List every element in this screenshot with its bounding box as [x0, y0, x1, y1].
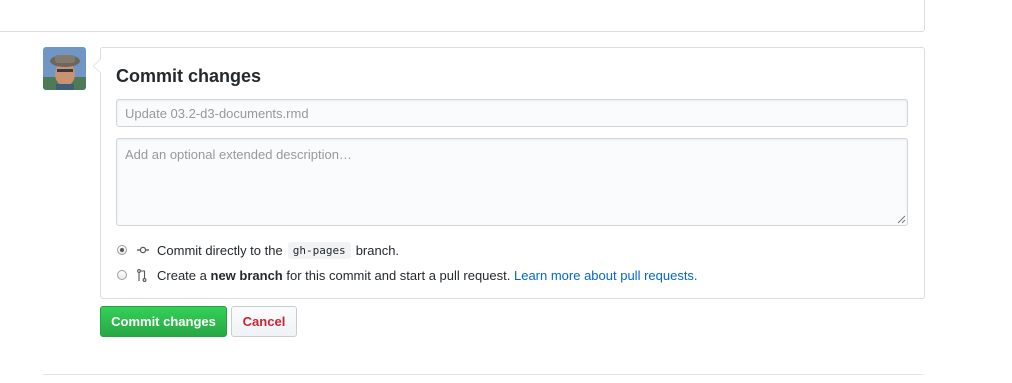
new-branch-bold: new branch [210, 267, 283, 283]
git-commit-icon [137, 243, 149, 257]
panel-pointer [93, 58, 101, 74]
previous-section-box [0, 0, 925, 32]
learn-more-link[interactable]: Learn more about pull requests. [514, 268, 698, 283]
cancel-button[interactable]: Cancel [231, 306, 297, 337]
resize-handle-icon[interactable] [896, 214, 906, 224]
user-avatar[interactable] [43, 47, 86, 90]
commit-direct-option[interactable]: Commit directly to the gh-pages branch. [117, 241, 399, 259]
commit-direct-radio[interactable] [117, 245, 127, 255]
avatar-photo [43, 47, 86, 90]
commit-changes-button[interactable]: Commit changes [100, 306, 227, 337]
commit-direct-prefix: Commit directly to the [157, 242, 283, 258]
git-pull-request-icon [137, 268, 149, 282]
commit-title: Commit changes [116, 66, 262, 86]
commit-panel: Commit changes Commit directly to the gh… [93, 47, 925, 299]
new-branch-prefix: Create a [157, 267, 207, 283]
divider [43, 374, 923, 375]
commit-description-input[interactable] [116, 138, 908, 226]
new-branch-middle: for this commit and start a pull request… [286, 267, 511, 283]
new-branch-option[interactable]: Create a new branch for this commit and … [117, 266, 698, 284]
commit-summary-input[interactable] [116, 99, 908, 127]
new-branch-radio[interactable] [117, 270, 127, 280]
branch-name: gh-pages [287, 241, 351, 259]
commit-direct-suffix: branch. [355, 242, 400, 258]
